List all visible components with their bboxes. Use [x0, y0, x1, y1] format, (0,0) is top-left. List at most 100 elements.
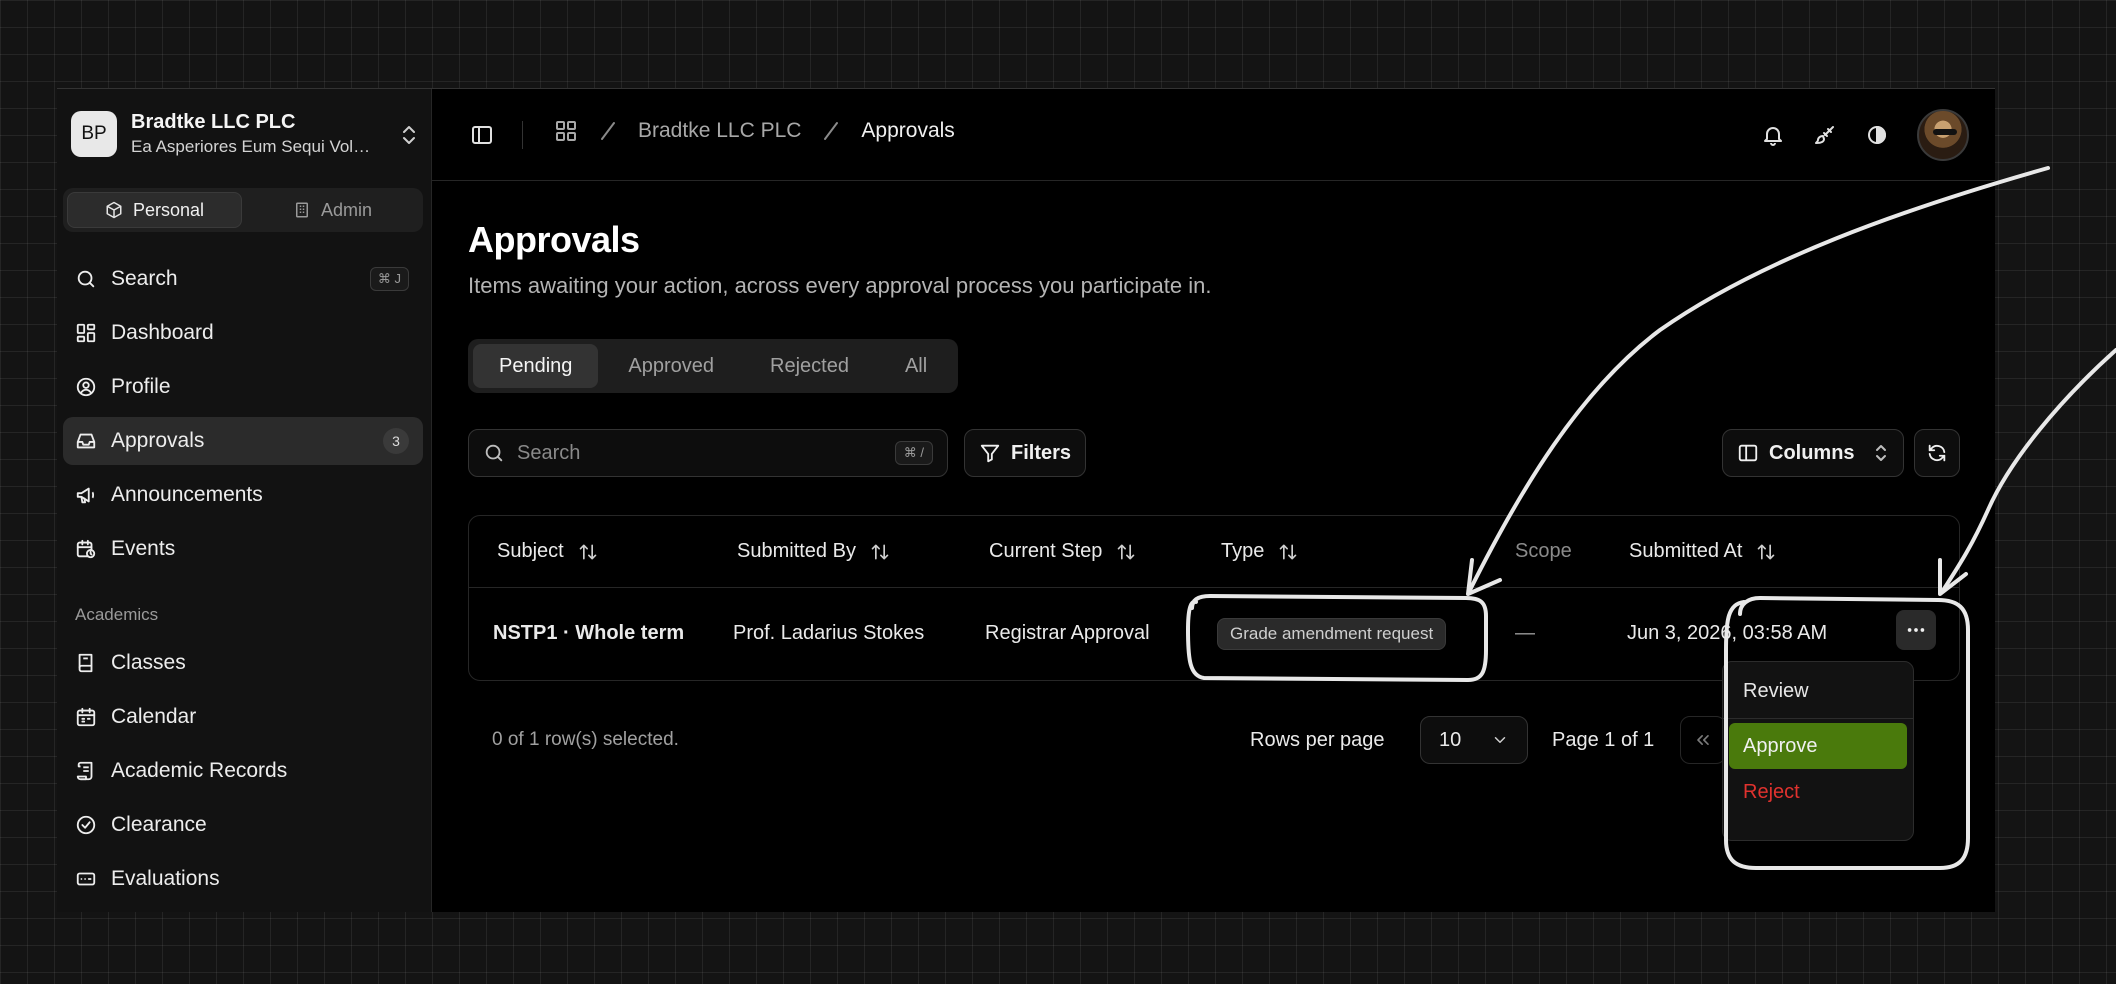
more-horizontal-icon	[1905, 619, 1927, 641]
tab-rejected[interactable]: Rejected	[744, 344, 875, 388]
apps-grid-icon[interactable]	[554, 119, 578, 143]
section-label-academics: Academics	[75, 605, 159, 624]
app-window: BP Bradtke LLC PLC Ea Asperiores Eum Seq…	[57, 88, 1995, 912]
cell-current-step: Registrar Approval	[985, 622, 1150, 644]
sidebar-item-announcements[interactable]: Announcements	[63, 471, 423, 519]
rows-per-page-value: 10	[1439, 728, 1462, 751]
search-shortcut: ⌘ J	[369, 267, 409, 291]
col-subject[interactable]: Subject	[497, 540, 598, 563]
mode-switch: Personal Admin	[63, 188, 423, 232]
slash-separator-icon	[821, 119, 841, 143]
sidebar-item-evaluations[interactable]: Evaluations	[63, 855, 423, 903]
menu-item-approve[interactable]: Approve	[1729, 723, 1907, 769]
sort-icon	[1278, 542, 1298, 562]
column-label: Type	[1221, 540, 1265, 562]
building-icon	[293, 201, 311, 219]
tab-pending[interactable]: Pending	[473, 344, 599, 388]
menu-item-reject[interactable]: Reject	[1729, 769, 1907, 815]
org-avatar: BP	[71, 111, 117, 157]
sidebar-item-label: Approvals	[111, 429, 205, 452]
sidebar-item-label: Academic Records	[111, 759, 288, 782]
rows-per-page-select[interactable]: 10	[1420, 716, 1528, 764]
search-input[interactable]	[517, 441, 883, 465]
refresh-button[interactable]	[1914, 429, 1960, 477]
sidebar-item-academic-records[interactable]: Academic Records	[63, 747, 423, 795]
top-bar: Bradtke LLC PLC Approvals	[432, 89, 1995, 181]
mode-label: Admin	[320, 199, 373, 220]
sidebar-item-label: Profile	[111, 375, 171, 398]
cell-subject: NSTP1 · Whole term	[493, 622, 685, 644]
refresh-icon	[1926, 442, 1948, 464]
columns-button[interactable]: Columns	[1722, 429, 1904, 477]
tab-approved[interactable]: Approved	[602, 344, 740, 388]
col-scope: Scope	[1515, 540, 1572, 563]
page-subtitle: Items awaiting your action, across every…	[468, 273, 1212, 298]
sidebar-item-dashboard[interactable]: Dashboard	[63, 309, 423, 357]
breadcrumb-org[interactable]: Bradtke LLC PLC	[638, 119, 801, 143]
contrast-icon[interactable]	[1865, 123, 1889, 147]
col-submitted-by[interactable]: Submitted By	[737, 540, 890, 563]
column-label: Scope	[1515, 540, 1572, 562]
mode-label: Personal	[132, 199, 205, 220]
breadcrumb: Bradtke LLC PLC Approvals	[554, 119, 955, 143]
menu-divider	[1723, 718, 1913, 719]
table-header: Subject Submitted By Current Step Type S…	[469, 516, 1959, 588]
calendar-clock-icon	[75, 538, 97, 560]
sidebar-item-search[interactable]: Search ⌘ J	[63, 255, 423, 303]
divider	[522, 121, 523, 149]
sort-icon	[1756, 542, 1776, 562]
cell-submitted-by: Prof. Ladarius Stokes	[733, 622, 925, 644]
search-shortcut: ⌘ /	[894, 441, 933, 465]
sort-icon	[870, 542, 890, 562]
bell-icon[interactable]	[1761, 123, 1785, 147]
calendar-icon	[75, 706, 97, 728]
page-info: Page 1 of 1	[1552, 729, 1655, 751]
sidebar-item-events[interactable]: Events	[63, 525, 423, 573]
sidebar-item-approvals[interactable]: Approvals 3	[63, 417, 423, 465]
type-badge: Grade amendment request	[1217, 618, 1447, 650]
sidebar: BP Bradtke LLC PLC Ea Asperiores Eum Seq…	[57, 89, 431, 912]
columns-label: Columns	[1769, 441, 1855, 464]
row-actions-menu: Review Approve Reject	[1722, 661, 1914, 841]
sidebar-item-calendar[interactable]: Calendar	[63, 693, 423, 741]
user-avatar[interactable]	[1917, 109, 1969, 161]
check-circle-icon	[75, 814, 97, 836]
org-name: Bradtke LLC PLC	[131, 111, 296, 133]
sidebar-item-label: Search	[111, 267, 178, 290]
sidebar-item-clearance[interactable]: Clearance	[63, 801, 423, 849]
box-icon	[105, 201, 123, 219]
page-title: Approvals	[468, 219, 640, 260]
approvals-count-badge: 3	[383, 428, 409, 454]
chevrons-left-icon	[1693, 730, 1713, 750]
mode-personal[interactable]: Personal	[67, 192, 242, 228]
sidebar-item-profile[interactable]: Profile	[63, 363, 423, 411]
main-content: Bradtke LLC PLC Approvals Approvals Item…	[431, 89, 1995, 912]
col-submitted-at[interactable]: Submitted At	[1629, 540, 1776, 563]
col-type[interactable]: Type	[1221, 540, 1298, 563]
sidebar-item-label: Classes	[111, 651, 186, 674]
megaphone-icon	[75, 484, 97, 506]
sidebar-toggle-icon[interactable]	[470, 123, 494, 147]
filter-icon	[979, 442, 1001, 464]
chevrons-up-down-icon	[399, 123, 419, 147]
column-label: Subject	[497, 540, 564, 562]
menu-item-review[interactable]: Review	[1729, 668, 1907, 714]
tab-all[interactable]: All	[879, 344, 953, 388]
row-actions-button[interactable]	[1896, 610, 1936, 650]
status-tabs: Pending Approved Rejected All	[468, 339, 959, 393]
cell-scope: —	[1515, 622, 1535, 644]
filters-button[interactable]: Filters	[964, 429, 1087, 477]
org-switcher[interactable]: BP Bradtke LLC PLC Ea Asperiores Eum Seq…	[71, 111, 473, 157]
column-label: Current Step	[989, 540, 1103, 562]
sidebar-item-label: Evaluations	[111, 867, 220, 890]
column-label: Submitted At	[1629, 540, 1743, 562]
mode-admin[interactable]: Admin	[246, 192, 419, 228]
col-current-step[interactable]: Current Step	[989, 540, 1136, 563]
sidebar-item-label: Dashboard	[111, 321, 214, 344]
first-page-button[interactable]	[1680, 716, 1726, 764]
sidebar-item-label: Clearance	[111, 813, 207, 836]
paintbrush-icon[interactable]	[1813, 123, 1837, 147]
card-icon	[75, 868, 97, 890]
sidebar-item-label: Events	[111, 537, 176, 560]
sidebar-item-classes[interactable]: Classes	[63, 639, 423, 687]
